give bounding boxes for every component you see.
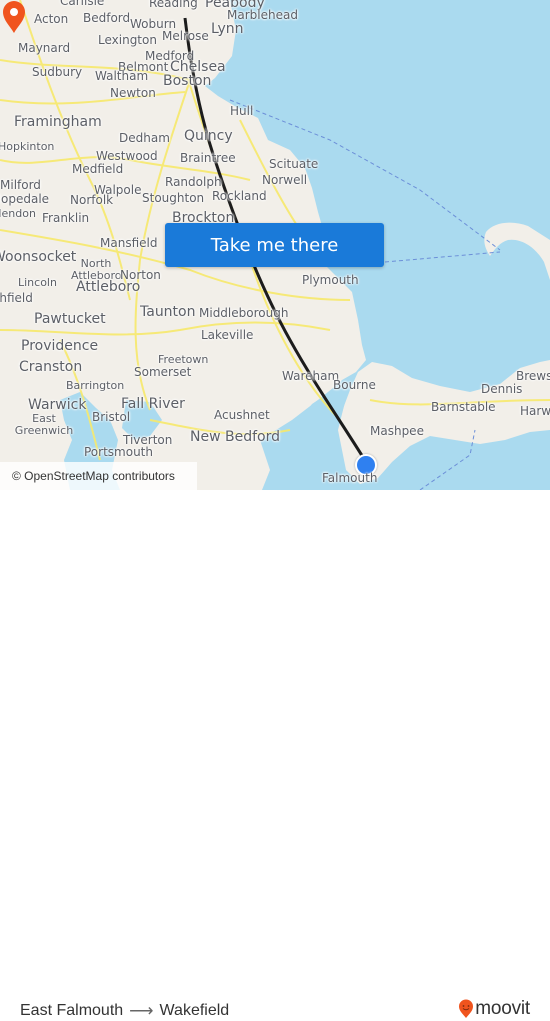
place-label: Harwich — [520, 404, 550, 418]
place-label: Sudbury — [32, 65, 83, 79]
destination-name: Wakefield — [159, 1002, 230, 1019]
place-label: Westwood — [96, 149, 158, 163]
place-label: Hopedale — [0, 192, 50, 206]
place-label: Acushnet — [214, 408, 270, 422]
place-label: Brewster — [516, 369, 550, 383]
place-label: Attleboro — [76, 279, 141, 295]
place-label: Mendon — [0, 207, 36, 220]
place-label: Dennis — [481, 382, 523, 396]
place-label: Mansfield — [100, 236, 158, 250]
place-label: Norfolk — [70, 193, 114, 207]
moovit-logo[interactable]: moovit — [458, 998, 530, 1020]
place-label: Marblehead — [227, 8, 298, 22]
moovit-pin-icon — [459, 999, 474, 1018]
place-label: Lakeville — [201, 328, 254, 342]
place-label: Carlisle — [60, 0, 105, 8]
brand-name: moovit — [475, 998, 530, 1019]
origin-name: East Falmouth — [20, 1002, 124, 1019]
place-label: Bristol — [92, 410, 131, 424]
place-label: Woonsocket — [0, 249, 77, 265]
place-label: Quincy — [184, 128, 233, 144]
footer: East Falmouth ⟶ Wakefield moovit — [0, 490, 550, 1020]
place-label: Milford — [0, 178, 41, 192]
place-label: Somerset — [134, 365, 192, 379]
place-label: Melrose — [162, 29, 209, 43]
place-label: Warwick — [28, 397, 87, 413]
place-label: Maynard — [18, 41, 71, 55]
place-label: Lynn — [211, 21, 244, 37]
place-label: Chelsea — [170, 59, 226, 75]
attribution-text[interactable]: © OpenStreetMap contributors — [12, 469, 175, 483]
place-label: Middleborough — [199, 306, 289, 320]
place-label: Taunton — [140, 304, 196, 320]
place-label-text: East Greenwich — [14, 412, 74, 438]
place-label: Framingham — [14, 114, 102, 130]
place-label: Stoughton — [142, 191, 205, 205]
place-label: Lexington — [98, 33, 157, 47]
place-label: Medfield — [72, 162, 124, 176]
place-label: Barrington — [66, 379, 125, 392]
place-label: Rockland — [212, 189, 267, 203]
place-label: Lincoln — [18, 276, 57, 289]
place-label: Barnstable — [431, 400, 496, 414]
place-label: Hull — [230, 104, 254, 118]
route-title: East Falmouth ⟶ Wakefield — [20, 1001, 229, 1021]
place-label: East Greenwich — [12, 412, 76, 438]
map-pin-icon[interactable] — [0, 0, 28, 34]
arrow-right-icon: ⟶ — [129, 1001, 154, 1020]
map-attribution[interactable]: © OpenStreetMap contributors — [0, 462, 197, 490]
place-label: Acton — [34, 12, 69, 26]
place-label: Portsmouth — [84, 445, 153, 459]
place-label: Norwell — [262, 173, 308, 187]
place-label: Dedham — [119, 131, 170, 145]
place-label: Pawtucket — [34, 311, 106, 327]
place-label: Smithfield — [0, 291, 33, 305]
place-label: Mashpee — [370, 424, 424, 438]
cape-tip — [484, 222, 550, 280]
place-label: Boston — [163, 73, 212, 89]
place-label: Hopkinton — [0, 140, 55, 153]
place-label: Plymouth — [302, 273, 359, 287]
place-label: Fall River — [121, 396, 185, 412]
place-label: Wareham — [282, 369, 340, 383]
map[interactable]: Carlisle Reading Peabody Acton Bedford W… — [0, 0, 550, 490]
place-label: Braintree — [180, 151, 236, 165]
place-label: Franklin — [42, 211, 90, 225]
place-label: Randolph — [165, 175, 222, 189]
place-label: Bedford — [83, 11, 131, 25]
place-label: Falmouth — [322, 471, 378, 485]
place-label: New Bedford — [190, 429, 280, 445]
place-label: Bourne — [333, 378, 376, 392]
place-label: Scituate — [269, 157, 319, 171]
place-label: Waltham — [95, 69, 149, 83]
place-label: Reading — [149, 0, 198, 10]
place-label: Newton — [110, 86, 156, 100]
place-label: Freetown — [158, 353, 209, 366]
take-me-there-button[interactable]: Take me there — [165, 223, 384, 267]
place-label: Providence — [21, 338, 99, 354]
place-label: Cranston — [19, 359, 83, 375]
